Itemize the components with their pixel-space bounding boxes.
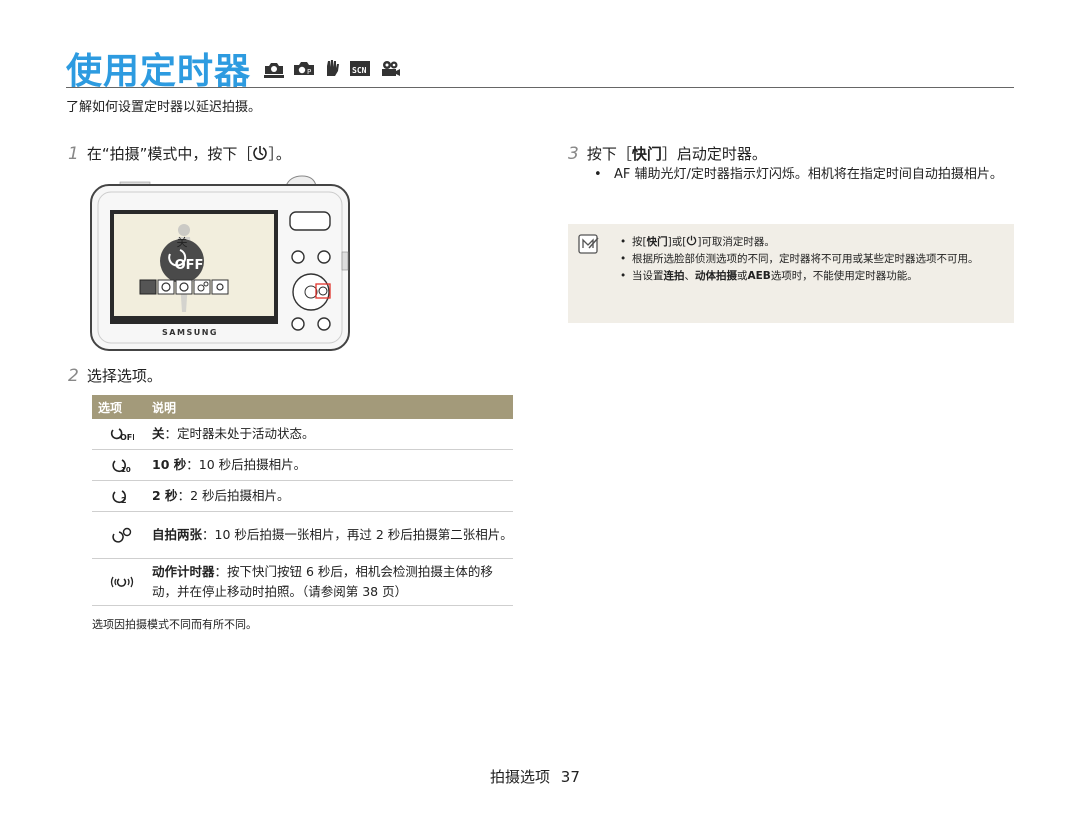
option-name: 关: [152, 426, 165, 441]
options-table: 选项 说明 OFF 关：定时器未处于活动状态。 10 10 秒：10 秒后拍摄相…: [92, 395, 513, 606]
step-number: 2: [68, 366, 79, 386]
svg-text:P: P: [307, 68, 311, 76]
option-description: ：10 秒后拍摄相片。: [186, 457, 307, 472]
table-row: 10 10 秒：10 秒后拍摄相片。: [92, 450, 513, 481]
camera-brand: SAMSUNG: [162, 328, 218, 337]
step-text-end: ］。: [268, 145, 291, 163]
step-3-bullet: • AF 辅助光灯/定时器指示灯闪烁。相机将在指定时间自动拍摄相片。: [594, 164, 1014, 186]
step-text-end: ］启动定时器。: [661, 145, 767, 163]
option-name: 动作计时器: [152, 564, 215, 579]
footnote: 选项因拍摄模式不同而有所不同。: [92, 618, 257, 631]
table-row: 2 2 秒：2 秒后拍摄相片。: [92, 481, 513, 512]
footer-section: 拍摄选项: [490, 768, 551, 786]
timer-10s-icon: 10: [112, 459, 131, 473]
note-icon: [578, 234, 599, 254]
option-description: ：2 秒后拍摄相片。: [177, 488, 290, 503]
step-2: 2 选择选项。: [68, 365, 162, 386]
step-number: 3: [568, 144, 579, 164]
table-header: 选项 说明: [92, 395, 513, 419]
screen-label-big: OFF: [175, 258, 204, 273]
step-text: 按下［: [586, 145, 632, 163]
note-item: • 根据所选脸部侦测选项的不同，定时器将不可用或某些定时器选项不可用。: [620, 253, 979, 265]
timer-off-icon: OFF: [110, 428, 134, 442]
movie-icon: [382, 61, 400, 76]
title-divider: [66, 87, 1014, 88]
note-box: • 按[快门]或[]可取消定时器。 • 根据所选脸部侦测选项的不同，定时器将不可…: [568, 224, 1014, 323]
double-timer-icon: [112, 527, 132, 543]
column-header-description: 说明: [152, 400, 177, 415]
timer-button-icon: [687, 235, 697, 246]
option-name: 自拍两张: [152, 527, 203, 542]
shutter-key: 快门: [631, 145, 662, 163]
page-number: 37: [560, 768, 580, 786]
option-name: 2 秒: [152, 488, 178, 503]
scene-icon: SCN: [350, 61, 370, 76]
option-description: ：定时器未处于活动状态。: [164, 426, 315, 441]
intro-text: 了解如何设置定时器以延迟拍摄。: [66, 100, 262, 115]
svg-text:SCN: SCN: [352, 66, 367, 75]
step-text: 在“拍摄”模式中，按下［: [86, 145, 253, 163]
program-icon: P: [294, 62, 314, 76]
note-item: • 当设置连拍、动体拍摄或AEB选项时，不能使用定时器功能。: [620, 270, 918, 282]
smart-auto-icon: [264, 63, 284, 78]
timer-2s-icon: 2: [112, 490, 127, 504]
step-3: 3 按下［快门］启动定时器。: [568, 143, 767, 164]
svg-text:10: 10: [121, 466, 131, 473]
column-header-option: 选项: [98, 400, 123, 415]
svg-text:2: 2: [121, 496, 127, 504]
timer-button-icon: [253, 146, 268, 160]
option-description: ：10 秒后拍摄一张相片，再过 2 秒后拍摄第二张相片。: [202, 527, 513, 542]
bullet-text: AF 辅助光灯/定时器指示灯闪烁。相机将在指定时间自动拍摄相片。: [614, 167, 1003, 182]
table-row: 自拍两张：10 秒后拍摄一张相片，再过 2 秒后拍摄第二张相片。: [92, 512, 513, 559]
note-item: • 按[快门]或[]可取消定时器。: [620, 235, 775, 248]
table-row: OFF 关：定时器未处于活动状态。: [92, 419, 513, 450]
step-1: 1 在“拍摄”模式中，按下［ ］。: [68, 143, 291, 164]
table-row: 动作计时器：按下快门按钮 6 秒后，相机会检测拍摄主体的移动，并在停止移动时拍照…: [92, 559, 513, 606]
motion-timer-icon: [110, 576, 134, 588]
step-number: 1: [68, 144, 79, 164]
dual-is-icon: [327, 60, 339, 76]
camera-illustration: 关 OFF SAMSUNG: [90, 175, 350, 351]
page-footer: 拍摄选项 37: [490, 766, 580, 787]
step-text: 选择选项。: [86, 367, 162, 385]
screen-label-top: 关: [177, 235, 188, 249]
option-name: 10 秒: [152, 457, 187, 472]
svg-text:OFF: OFF: [120, 433, 134, 442]
screen-timer-strip: [139, 279, 229, 295]
mode-icons: P SCN: [262, 58, 402, 78]
